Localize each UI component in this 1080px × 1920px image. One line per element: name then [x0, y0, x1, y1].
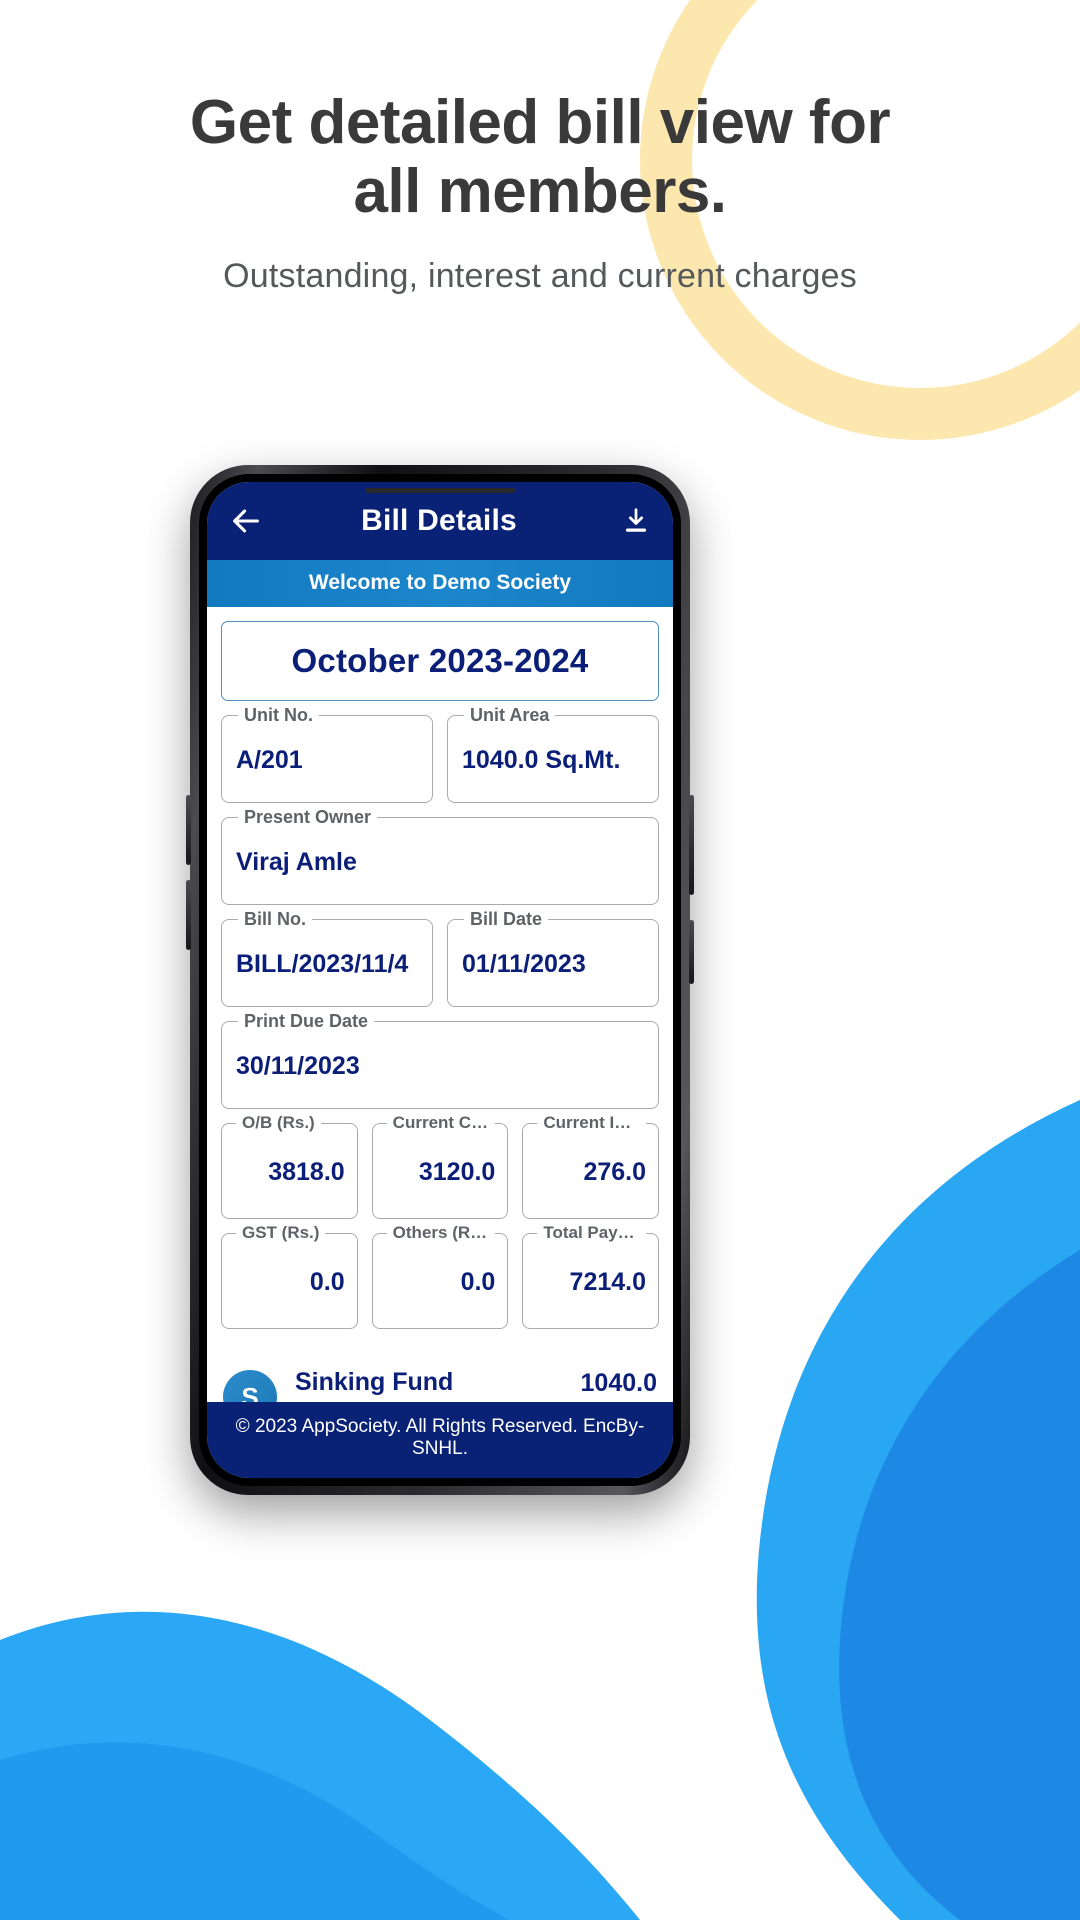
charge-amount-block: 1040.0 1.0 x 1040.0	[537, 1368, 657, 1402]
field-value: 276.0	[583, 1157, 647, 1186]
field-print-due-date[interactable]: Print Due Date 30/11/2023	[221, 1011, 659, 1109]
bill-period-box[interactable]: October 2023-2024	[221, 621, 659, 701]
field-value: 0.0	[309, 1267, 345, 1296]
field-label: O/B (Rs.)	[236, 1113, 321, 1133]
field-label: Print Due Date	[238, 1011, 375, 1032]
app-bar: Bill Details	[207, 482, 673, 560]
society-welcome-banner: Welcome to Demo Society	[207, 560, 673, 607]
field-label: Present Owner	[238, 807, 378, 828]
bill-period-value: October 2023-2024	[291, 642, 589, 679]
field-label: Unit Area	[464, 705, 556, 726]
field-row: Present Owner Viraj Amle	[221, 807, 659, 905]
field-label: GST (Rs.)	[236, 1223, 326, 1243]
amount-row: O/B (Rs.) 3818.0 Current Cha… 3120.0 Cur…	[221, 1113, 660, 1219]
promo-header: Get detailed bill view for all members. …	[0, 88, 1080, 296]
field-row: Bill No. BILL/2023/11/4 Bill Date 01/11/…	[221, 909, 659, 1007]
promo-subheadline: Outstanding, interest and current charge…	[223, 256, 857, 295]
field-value: BILL/2023/11/4	[236, 949, 409, 978]
field-row: Print Due Date 30/11/2023	[221, 1011, 659, 1109]
charge-text-block: Sinking Fund SNKFND	[295, 1367, 537, 1402]
field-others[interactable]: Others (Rs.) 0.0	[371, 1223, 509, 1329]
field-value: 3818.0	[268, 1157, 345, 1186]
bixby-button[interactable]	[689, 920, 694, 984]
field-value: 7214.0	[569, 1267, 647, 1296]
field-value: 0.0	[460, 1267, 496, 1296]
field-value: 3120.0	[418, 1157, 496, 1186]
bill-content: October 2023-2024 Unit No. A/201 Unit Ar…	[207, 607, 673, 1402]
field-current-charges[interactable]: Current Cha… 3120.0	[371, 1113, 509, 1219]
volume-down-button[interactable]	[186, 880, 191, 950]
field-value: Viraj Amle	[236, 847, 357, 876]
field-label: Bill No.	[238, 909, 312, 930]
earpiece-speaker	[365, 488, 515, 493]
field-bill-no[interactable]: Bill No. BILL/2023/11/4	[221, 909, 433, 1007]
field-label: Others (Rs.)	[386, 1223, 496, 1243]
field-label: Current Int…	[537, 1113, 647, 1133]
field-unit-no[interactable]: Unit No. A/201	[221, 705, 433, 803]
download-icon[interactable]	[621, 505, 651, 537]
field-value: A/201	[236, 745, 303, 774]
charge-name: Sinking Fund	[295, 1368, 454, 1396]
field-label: Bill Date	[464, 909, 549, 930]
list-item[interactable]: S Sinking Fund SNKFND 1040.0 1.0 x 1040.…	[221, 1351, 659, 1402]
field-label: Unit No.	[238, 705, 319, 726]
field-value: 01/11/2023	[462, 949, 586, 978]
field-unit-area[interactable]: Unit Area 1040.0 Sq.Mt.	[447, 705, 659, 803]
field-gst[interactable]: GST (Rs.) 0.0	[221, 1223, 358, 1329]
field-value: 1040.0 Sq.Mt.	[462, 745, 621, 774]
field-present-owner[interactable]: Present Owner Viraj Amle	[221, 807, 659, 905]
phone-mockup: Bill Details Welcome to Demo Society Oct…	[186, 465, 694, 1495]
power-button[interactable]	[689, 795, 694, 895]
field-current-interest[interactable]: Current Int… 276.0	[522, 1113, 660, 1219]
phone-screen: Bill Details Welcome to Demo Society Oct…	[207, 482, 673, 1478]
charge-amount: 1040.0	[580, 1368, 657, 1397]
field-label: Total Payab…	[537, 1223, 647, 1243]
promo-headline-line2: all members.	[353, 157, 727, 227]
field-total-payable[interactable]: Total Payab… 7214.0	[522, 1223, 660, 1329]
field-value: 30/11/2023	[236, 1051, 360, 1080]
avatar: S	[223, 1370, 277, 1402]
amount-row: GST (Rs.) 0.0 Others (Rs.) 0.0 Total Pay…	[221, 1223, 660, 1329]
app-bar-title: Bill Details	[361, 504, 517, 537]
promo-headline-line1: Get detailed bill view for	[189, 88, 891, 157]
field-label: Current Cha…	[386, 1113, 496, 1133]
field-opening-balance[interactable]: O/B (Rs.) 3818.0	[221, 1113, 358, 1219]
volume-up-button[interactable]	[186, 795, 191, 865]
charge-list: S Sinking Fund SNKFND 1040.0 1.0 x 1040.…	[221, 1351, 659, 1402]
app-footer: © 2023 AppSociety. All Rights Reserved. …	[207, 1402, 673, 1478]
promo-headline: Get detailed bill view for all members.	[0, 88, 1080, 227]
field-row: Unit No. A/201 Unit Area 1040.0 Sq.Mt.	[221, 705, 659, 803]
field-bill-date[interactable]: Bill Date 01/11/2023	[447, 909, 659, 1007]
